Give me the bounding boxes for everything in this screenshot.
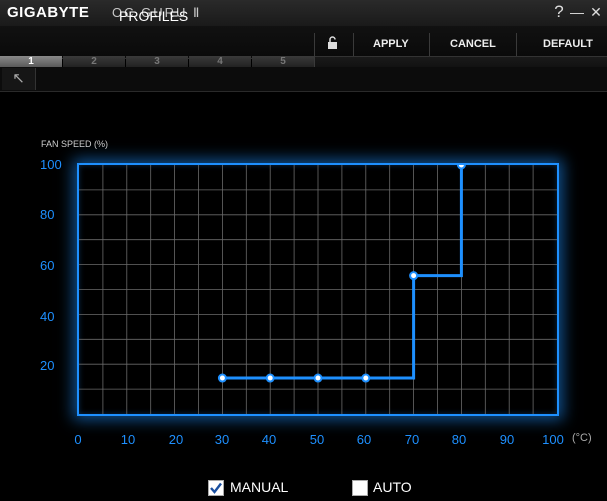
default-button[interactable]: DEFAULT xyxy=(543,38,593,50)
fan-curve-svg[interactable] xyxy=(79,165,557,414)
close-icon[interactable]: ✕ xyxy=(588,4,604,21)
x-tick-label: 90 xyxy=(499,432,515,447)
apply-button[interactable]: APPLY xyxy=(373,38,409,50)
tab-profile-1[interactable]: 1 xyxy=(0,56,62,67)
y-tick-label: 40 xyxy=(40,309,55,324)
title-bar xyxy=(0,0,607,26)
curve-point-handle[interactable] xyxy=(313,373,323,383)
curve-point-handle[interactable] xyxy=(265,373,275,383)
tab-profile-2[interactable]: 2 xyxy=(63,56,125,67)
profile-tabs: 1 2 3 4 5 xyxy=(0,56,360,67)
auto-label: AUTO xyxy=(373,479,412,495)
back-arrow-icon[interactable]: ↖ xyxy=(2,68,36,90)
x-tick-label: 70 xyxy=(404,432,420,447)
curve-point-handle[interactable] xyxy=(361,373,371,383)
x-tick-label: 10 xyxy=(120,432,136,447)
curve-point-handle[interactable] xyxy=(456,165,466,170)
y-tick-label: 100 xyxy=(40,157,62,172)
x-tick-label: 60 xyxy=(356,432,372,447)
tab-profile-4[interactable]: 4 xyxy=(189,56,251,67)
cancel-button[interactable]: CANCEL xyxy=(450,38,496,50)
toolbar xyxy=(0,67,607,92)
y-axis-label: FAN SPEED (%) xyxy=(41,139,109,149)
curve-point-handle[interactable] xyxy=(217,373,227,383)
fan-curve-chart[interactable] xyxy=(77,163,559,416)
auto-checkbox[interactable] xyxy=(352,480,368,496)
minimize-icon[interactable]: — xyxy=(569,4,585,20)
brand-logo: GIGABYTE xyxy=(7,4,90,21)
manual-checkbox[interactable] xyxy=(208,480,224,496)
x-tick-label: 50 xyxy=(309,432,325,447)
tab-profile-5[interactable]: 5 xyxy=(252,56,314,67)
x-axis-unit: (°C) xyxy=(572,432,592,444)
unlock-icon[interactable] xyxy=(325,36,339,50)
help-icon[interactable]: ? xyxy=(551,2,567,22)
x-tick-label: 40 xyxy=(261,432,277,447)
manual-label: MANUAL xyxy=(230,479,289,495)
x-tick-label: 30 xyxy=(214,432,230,447)
x-tick-label: 0 xyxy=(74,432,82,447)
y-tick-label: 60 xyxy=(40,258,55,273)
y-tick-label: 80 xyxy=(40,207,55,222)
checkmark-icon xyxy=(210,482,222,494)
tab-profile-3[interactable]: 3 xyxy=(126,56,188,67)
curve-point-handle[interactable] xyxy=(409,271,419,281)
y-tick-label: 20 xyxy=(40,358,55,373)
x-tick-label: 20 xyxy=(168,432,184,447)
x-tick-label: 100 xyxy=(542,432,564,447)
page-title: PROFILES xyxy=(119,8,189,24)
x-tick-label: 80 xyxy=(451,432,467,447)
